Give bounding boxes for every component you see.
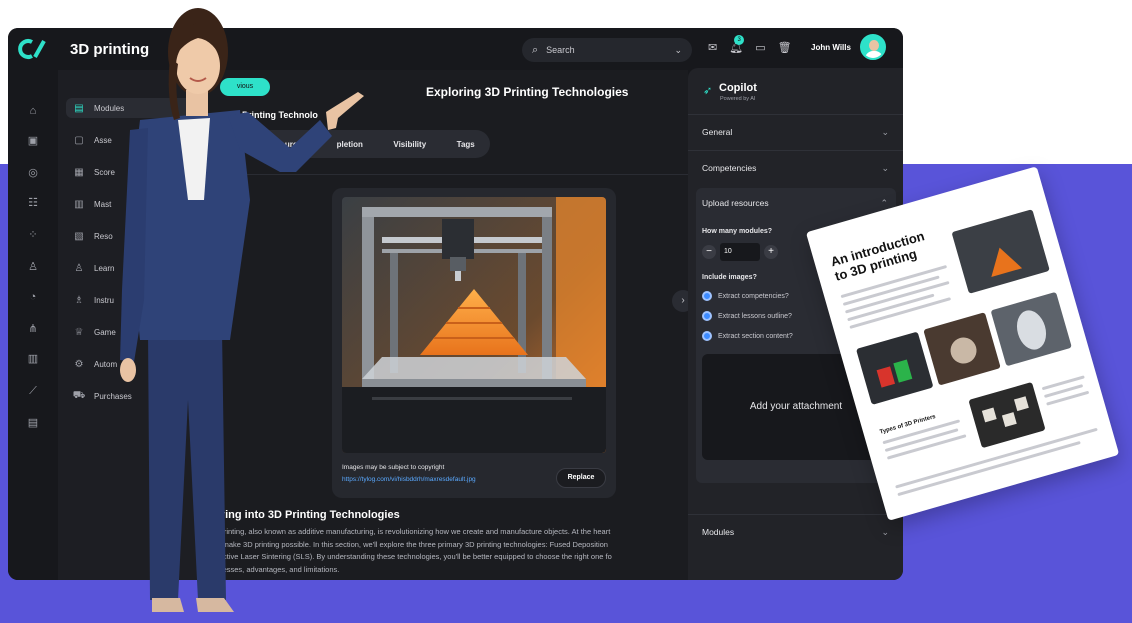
hierarchy-icon[interactable]: ⋔ — [26, 322, 40, 336]
search-placeholder: Search — [546, 45, 575, 55]
option-label: Extract competencies? — [718, 292, 789, 300]
icon-rail: ⌂ ▣ ◎ ☷ ⁘ ♙ ◔ ⋔ ▥ ⟋ ▤ — [8, 70, 58, 580]
accordion-label: General — [702, 127, 733, 137]
analytics-icon[interactable]: ⟋ — [26, 384, 40, 398]
chevron-down-icon[interactable]: ⌄ — [674, 45, 682, 56]
accordion-label: Competencies — [702, 163, 757, 173]
replace-button[interactable]: Replace — [556, 468, 606, 488]
resources-icon: ▧ — [74, 230, 84, 242]
radio-icon[interactable] — [702, 331, 712, 341]
search-input[interactable]: ⌕ Search ⌄ — [522, 38, 692, 62]
globe-icon[interactable]: ◎ — [26, 166, 40, 180]
assessment-icon: ▢ — [74, 134, 84, 146]
doc-image — [923, 312, 1001, 386]
option-extract-competencies[interactable]: Extract competencies? — [702, 291, 789, 301]
option-label: Extract lessons outline? — [718, 312, 792, 320]
plus-icon[interactable]: + — [764, 245, 778, 259]
building-icon[interactable]: ▥ — [26, 352, 40, 366]
option-extract-section[interactable]: Extract section content? — [702, 331, 793, 341]
radio-icon[interactable] — [702, 311, 712, 321]
trash-icon[interactable]: 🗑︎ — [778, 41, 792, 54]
user-name[interactable]: John Wills — [811, 43, 851, 52]
notification-count: 3 — [734, 35, 745, 45]
cart-icon: ⛟ — [72, 389, 86, 401]
doc-image — [855, 331, 934, 405]
avatar-body — [865, 51, 883, 58]
copilot-title: Copilot — [719, 82, 757, 94]
avatar[interactable] — [860, 34, 886, 60]
option-label: Extract section content? — [718, 332, 793, 340]
top-icons: ✉ 🔔︎ 3 ▭ 🗑︎ — [708, 35, 792, 54]
user-icon[interactable]: ♙ — [26, 260, 40, 274]
option-extract-lessons[interactable]: Extract lessons outline? — [702, 311, 792, 321]
notification-icon[interactable]: 🔔︎ 3 — [729, 35, 745, 54]
doc-text-line — [897, 440, 1081, 497]
doc-image — [951, 209, 1050, 294]
document-title: An introduction to 3D printing — [828, 228, 927, 284]
briefcase-icon[interactable]: ▣ — [26, 134, 40, 148]
logo-mark — [18, 39, 46, 59]
chevron-down-icon: ⌄ — [881, 163, 889, 173]
grid-icon[interactable]: ⁘ — [26, 228, 40, 242]
send-icon: ➶ — [703, 85, 713, 97]
copilot-subtitle: Powered by AI — [720, 96, 756, 102]
gamification-icon: ♕ — [74, 326, 84, 338]
automation-icon: ⚙ — [74, 358, 84, 370]
modules-count-input[interactable]: 10 — [720, 243, 760, 261]
presenter-illustration — [120, 8, 364, 612]
learners-icon: ♙ — [74, 262, 84, 274]
accordion-general[interactable]: General ⌄ — [688, 114, 903, 150]
instructors-icon: ♗ — [74, 294, 84, 306]
search-icon: ⌕ — [532, 43, 539, 56]
card-icon[interactable]: ▤ — [26, 416, 40, 430]
pie-chart-icon[interactable]: ◔ — [26, 290, 40, 304]
calendar-icon[interactable]: ▭ — [755, 41, 765, 54]
modules-icon: ▤ — [74, 102, 84, 114]
radio-icon[interactable] — [702, 291, 712, 301]
modules-stepper: − 10 + — [702, 243, 778, 261]
mail-icon[interactable]: ✉ — [708, 41, 717, 54]
chevron-up-icon[interactable]: ⌃ — [880, 198, 888, 209]
accordion-competencies[interactable]: Competencies ⌄ — [688, 150, 903, 186]
chevron-down-icon: ⌄ — [881, 527, 889, 537]
logo-icon[interactable] — [16, 36, 52, 62]
document-section-label: Types of 3D Printers — [879, 413, 937, 436]
accordion-label: Modules — [702, 527, 735, 537]
images-question: Include images? — [702, 274, 757, 281]
mastery-icon: ▥ — [74, 198, 84, 210]
accordion-modules[interactable]: Modules ⌄ — [688, 514, 903, 550]
tab-tags[interactable]: Tags — [453, 140, 479, 149]
team-icon[interactable]: ☷ — [26, 196, 40, 210]
avatar-head — [869, 40, 879, 51]
doc-image — [990, 291, 1072, 367]
minus-icon[interactable]: − — [702, 245, 716, 259]
home-icon[interactable]: ⌂ — [26, 104, 40, 118]
chevron-down-icon: ⌄ — [881, 127, 889, 137]
accordion-label[interactable]: Upload resources — [702, 198, 769, 208]
score-icon: ▦ — [74, 166, 84, 178]
doc-image — [968, 381, 1046, 449]
stage: 3D printing ⌕ Search ⌄ ✉ 🔔︎ 3 ▭ 🗑︎ John W… — [0, 0, 1132, 623]
modules-question: How many modules? — [702, 228, 773, 235]
page-title: Exploring 3D Printing Technologies — [426, 85, 629, 99]
